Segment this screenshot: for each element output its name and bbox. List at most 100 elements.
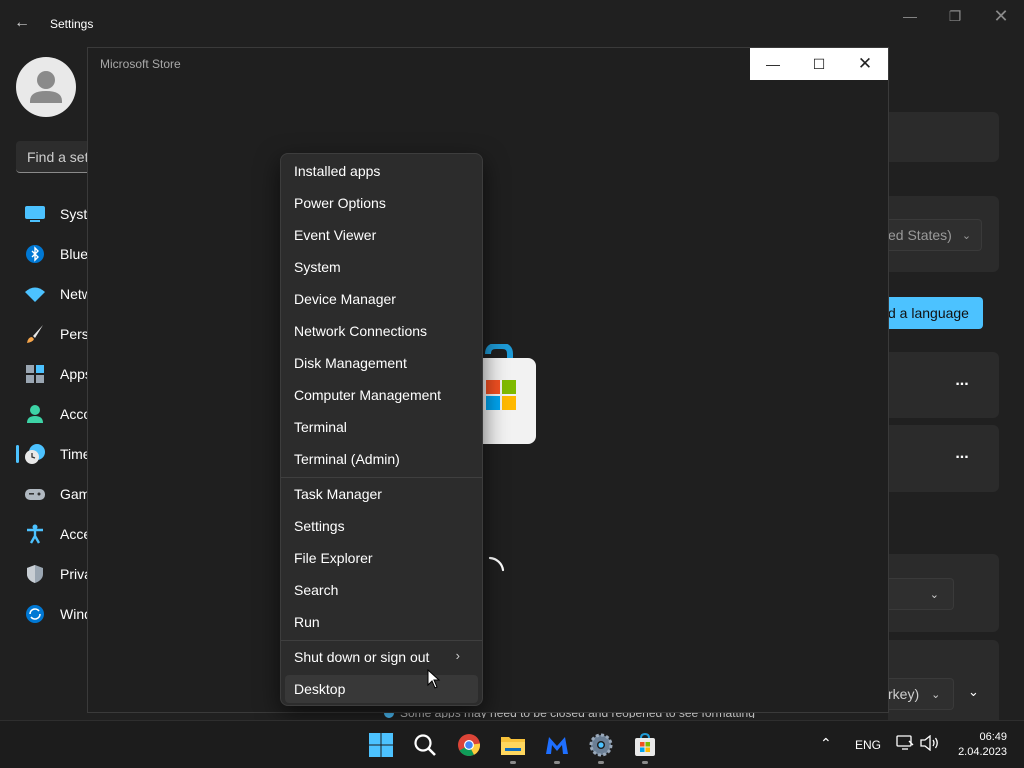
show-hidden-icons-chevron-icon[interactable]: ⌃ [820,735,838,753]
taskbar: ⌃ ENG 06:49 2.04.2023 [0,720,1024,768]
accessibility-icon [24,523,46,545]
nav-item-gaming[interactable]: Gaming [24,476,88,512]
nav-label: Time & language [60,446,88,462]
nav-label: Privacy & security [60,566,88,582]
menu-item-run[interactable]: Run [294,608,472,636]
menu-item-terminal[interactable]: Terminal [294,413,472,441]
nav-label: Accessibility [60,526,88,542]
menu-item-terminal-admin[interactable]: Terminal (Admin) [294,445,472,473]
menu-item-power-options[interactable]: Power Options [294,189,472,217]
region-card: ed States) ⌄ [888,196,999,272]
nav-item-accessibility[interactable]: Accessibility [24,516,88,552]
nav-item-network[interactable]: Network & internet [24,276,88,312]
nav-item-time-language[interactable]: Time & language [24,436,88,472]
nav-item-personalization[interactable]: Personalization [24,316,88,352]
store-maximize-button[interactable]: ☐ [796,48,842,80]
menu-item-device-manager[interactable]: Device Manager [294,285,472,313]
user-icon [30,71,62,103]
store-minimize-button[interactable]: — [750,48,796,80]
menu-item-shut-down-label: Shut down or sign out [294,649,430,665]
menu-item-shut-down[interactable]: Shut down or sign out › [294,643,472,671]
nav-item-privacy[interactable]: Privacy & security [24,556,88,592]
input-language-indicator[interactable]: ENG [855,738,881,752]
nav-label: Bluetooth & devices [60,246,88,262]
taskbar-app-settings[interactable] [585,729,617,764]
nav-item-bluetooth[interactable]: Bluetooth & devices [24,236,88,272]
search-placeholder: Find a setting [27,149,96,165]
menu-item-disk-management[interactable]: Disk Management [294,349,472,377]
running-indicator [642,761,648,764]
taskbar-app-malwarebytes[interactable] [541,729,573,764]
wifi-icon [24,283,46,305]
settings-card [888,112,999,162]
restore-button[interactable]: ❐ [932,0,978,32]
network-icon[interactable] [896,735,914,756]
brush-icon [24,323,46,345]
format-dropdown[interactable]: ⌄ [888,578,954,610]
nav-item-system[interactable]: System [24,196,88,232]
malwarebytes-icon [546,737,568,754]
more-options-button[interactable]: ... [950,372,974,396]
running-indicator [510,761,516,764]
menu-item-installed-apps[interactable]: Installed apps [294,157,472,185]
store-bag-icon [635,733,655,756]
shield-icon [24,563,46,585]
nav-selection-indicator [16,445,19,463]
taskbar-app-microsoft-store[interactable] [629,729,661,764]
menu-item-file-explorer[interactable]: File Explorer [294,544,472,572]
expand-chevron-icon[interactable]: ⌄ [968,684,979,700]
chevron-down-icon: ⌄ [931,688,941,701]
nav-label: Accounts [60,406,88,422]
minimize-button[interactable]: — [887,0,933,32]
close-button[interactable]: ✕ [978,0,1024,32]
region-dropdown[interactable]: ed States) ⌄ [888,219,982,251]
quick-link-menu: Installed apps Power Options Event Viewe… [280,153,483,706]
regional-format-value: rkey) [888,686,920,702]
nav-item-apps[interactable]: Apps [24,356,88,392]
settings-search-input[interactable]: Find a setting [16,141,96,173]
nav-label: Network & internet [60,286,88,302]
format-card: ⌄ [888,554,999,632]
menu-item-search[interactable]: Search [294,576,472,604]
update-icon [24,603,46,625]
nav-label: Apps [60,366,88,382]
store-window-controls: — ☐ ✕ [750,48,888,80]
language-card: ... [888,352,999,418]
taskbar-app-chrome[interactable] [453,729,485,761]
more-options-button[interactable]: ... [950,445,974,469]
taskbar-clock[interactable]: 06:49 2.04.2023 [951,730,1007,760]
monitor-icon [24,203,46,225]
regional-format-card: rkey) ⌄ ⌄ [888,640,999,720]
store-close-button[interactable]: ✕ [842,48,888,80]
search-button[interactable] [409,729,441,761]
taskbar-app-file-explorer[interactable] [497,729,529,764]
nav-label: Personalization [60,326,88,342]
gamepad-icon [24,483,46,505]
apps-icon [24,363,46,385]
store-title: Microsoft Store [100,57,181,71]
menu-item-event-viewer[interactable]: Event Viewer [294,221,472,249]
start-button[interactable] [365,729,397,761]
regional-format-dropdown[interactable]: rkey) ⌄ [888,678,954,710]
menu-item-system[interactable]: System [294,253,472,281]
running-indicator [554,761,560,764]
back-arrow-icon[interactable]: ← [14,14,34,34]
menu-item-computer-management[interactable]: Computer Management [294,381,472,409]
menu-item-network-connections[interactable]: Network Connections [294,317,472,345]
chevron-down-icon: ⌄ [961,229,972,242]
search-icon [414,734,436,756]
nav-item-windows-update[interactable]: Windows Update [24,596,88,632]
settings-title: Settings [50,17,94,31]
volume-icon[interactable] [920,734,940,756]
chevron-down-icon: ⌄ [929,588,939,601]
bluetooth-icon [24,243,46,265]
menu-item-desktop[interactable]: Desktop [285,675,478,703]
menu-item-task-manager[interactable]: Task Manager [294,480,472,508]
avatar[interactable] [16,57,76,117]
nav-label: System [60,206,88,222]
add-language-button[interactable]: d a language [888,297,983,329]
nav-item-accounts[interactable]: Accounts [24,396,88,432]
person-icon [24,403,46,425]
menu-item-settings[interactable]: Settings [294,512,472,540]
clock-globe-icon [24,443,46,465]
